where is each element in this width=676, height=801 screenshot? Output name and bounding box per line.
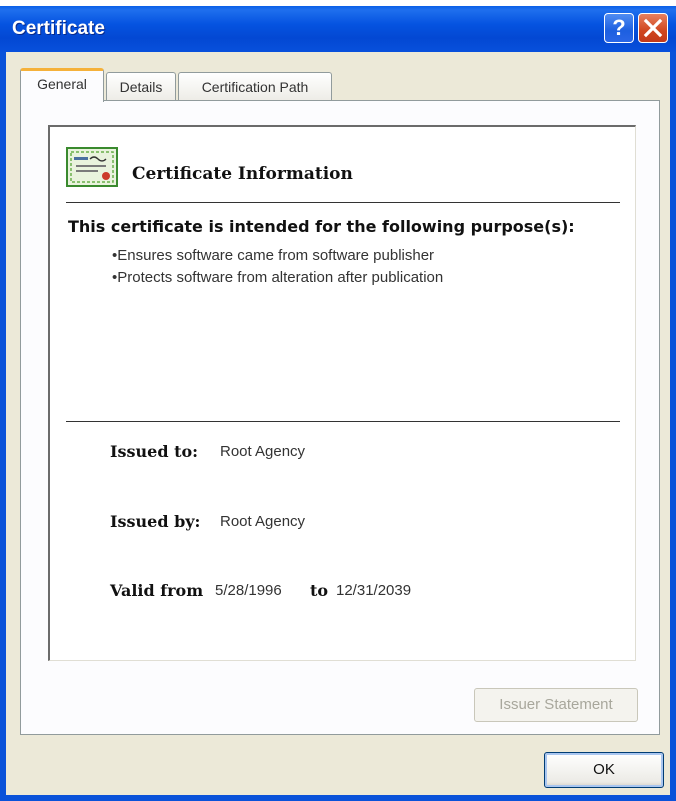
close-icon: [643, 18, 663, 38]
certificate-icon: [66, 147, 118, 187]
valid-from-value: 5/28/1996: [215, 582, 282, 599]
certificate-info-panel: Certificate Information This certificate…: [48, 125, 636, 661]
general-tab-page: Certificate Information This certificate…: [20, 100, 660, 735]
issued-to-value: Root Agency: [220, 443, 306, 460]
close-button[interactable]: [638, 13, 668, 43]
tab-certification-path[interactable]: Certification Path: [178, 72, 332, 102]
help-button[interactable]: ?: [604, 13, 634, 43]
dialog-body: General Details Certification Path Certi…: [6, 52, 670, 795]
help-icon: ?: [612, 15, 626, 40]
valid-from-label: Valid from: [110, 581, 204, 600]
certificate-dialog: Certificate ? General Details Certificat…: [0, 6, 676, 801]
purpose-item: •Protects software from alteration after…: [112, 269, 444, 286]
title-bar[interactable]: Certificate ?: [0, 6, 676, 52]
purpose-heading: This certificate is intended for the fol…: [68, 217, 575, 236]
certificate-info-title: Certificate Information: [132, 164, 353, 184]
valid-to-value: 12/31/2039: [336, 582, 412, 599]
issued-to-label: Issued to:: [110, 442, 199, 461]
issued-by-value: Root Agency: [220, 513, 306, 530]
issued-by-label: Issued by:: [110, 512, 201, 531]
purpose-item: •Ensures software came from software pub…: [112, 247, 435, 264]
window-title: Certificate: [12, 18, 105, 39]
tab-details[interactable]: Details: [106, 72, 176, 102]
divider-bottom: [66, 421, 620, 422]
issuer-statement-button[interactable]: Issuer Statement: [474, 688, 638, 722]
divider-top: [66, 202, 620, 203]
ok-button[interactable]: OK: [544, 752, 664, 788]
valid-to-label: to: [310, 581, 329, 600]
tab-general[interactable]: General: [20, 68, 104, 102]
